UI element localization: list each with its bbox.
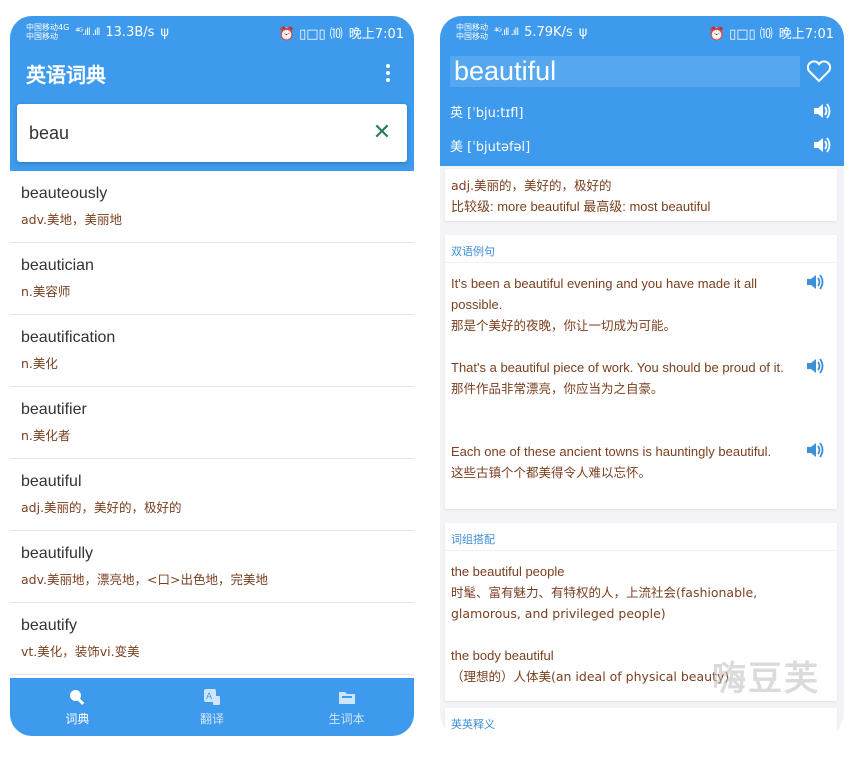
phone-word-detail: 中国移动 中国移动 ⁴ᴳ.ıll .ıll 5.79K/s ψ ⏰ ▯□▯ ⑽ … [440,16,844,736]
app-bar: 英语词典 [10,48,414,98]
clock: 晚上7:01 [348,26,404,42]
carrier-2-right: 中国移动 [456,32,488,41]
status-bar: 中国移动4G 中国移动 ⁴ᴳ.ıll .ıll 13.3B/s ψ ⏰ ▯□▯ … [10,16,414,48]
detail-header: 中国移动 中国移动 ⁴ᴳ.ıll .ıll 5.79K/s ψ ⏰ ▯□▯ ⑽ … [440,16,844,166]
phonetic-us: 美 [ˈbjutəfəl] [450,139,531,155]
net-speed-right: 5.79K/s [524,24,573,40]
word-list: beauteously adv.美地，美丽地 beautician n.美容师 beau… [10,171,414,675]
phrase-item: the beautiful people 时髦、富有魅力、有特权的人，上流社会(f… [445,551,837,635]
list-item[interactable]: beautifully adv.美丽地，漂亮地，<口>出色地，完美地 [10,531,414,603]
watermark: 嗨豆芙 [712,659,820,699]
speaker-icon[interactable] [805,441,825,459]
nav-dictionary[interactable]: 词典 [10,678,145,736]
app-title: 英语词典 [26,62,106,87]
list-item-word: beauteously [21,185,108,202]
example-chinese: 那件作品非常漂亮，你应当为之自豪。 [451,381,664,396]
list-item-definition: n.美容师 [21,284,71,299]
clear-icon[interactable]: ✕ [369,120,395,146]
example-item: It's been a beautiful evening and you ha… [445,263,837,347]
net-speed: 13.3B/s [105,24,155,40]
nav-wordbook[interactable]: 生词本 [279,678,414,736]
phrase-english: the beautiful people [451,564,565,579]
example-item: That's a beautiful piece of work. You sh… [445,347,837,431]
example-english: That's a beautiful piece of work. You sh… [451,360,784,375]
phrase-chinese: 时髦、富有魅力、有特权的人，上流社会(fashionable, glamorou… [451,585,758,621]
list-item[interactable]: beautification n.美化 [10,315,414,387]
more-options-icon[interactable] [378,61,398,85]
list-item[interactable]: beautician n.美容师 [10,243,414,315]
list-item-word: beautician [21,257,94,274]
list-item-definition: adj.美丽的，美好的，极好的 [21,500,182,515]
nav-label-wordbook: 生词本 [328,711,365,726]
folder-icon [338,691,355,704]
english-def-card: 英英释义 [445,708,837,736]
usb-icon: ψ [160,24,169,40]
carrier-2: 中国移动 [26,32,58,41]
bottom-nav: 词典 A 翻译 生词本 [10,678,414,736]
list-item-definition: adv.美丽地，漂亮地，<口>出色地，完美地 [21,572,268,587]
example-chinese: 这些古镇个个都美得令人难以忘怀。 [451,465,652,480]
examples-list: It's been a beautiful evening and you ha… [445,263,837,515]
search-icon [70,689,85,705]
carrier-1: 中国移动4G [26,23,70,32]
phonetic-uk: 英 [ˈbju:tɪfl] [450,105,524,121]
svg-text:A: A [206,691,212,701]
english-def-heading: 英英释义 [451,718,495,731]
list-item[interactable]: beautifier n.美化者 [10,387,414,459]
speaker-icon[interactable] [805,273,825,291]
list-item-word: beautifully [21,545,94,562]
list-item-word: beautification [21,329,116,346]
list-item-word: beautiful [21,473,82,490]
search-input[interactable] [29,122,369,144]
list-item[interactable]: beautify vt.美化，装饰vi.变美 [10,603,414,675]
heart-icon[interactable] [806,59,832,83]
nav-label-translate: 翻译 [200,711,225,726]
examples-heading: 双语例句 [445,235,837,263]
phrases-heading: 词组搭配 [445,523,837,551]
status-bar-right: 中国移动 中国移动 ⁴ᴳ.ıll .ıll 5.79K/s ψ ⏰ ▯□▯ ⑽ … [440,16,844,48]
status-icons-right: ⏰ ▯□▯ ⑽ [708,26,773,42]
list-item-definition: n.美化 [21,356,58,371]
speaker-icon[interactable] [812,136,832,154]
list-item[interactable]: beautiful adj.美丽的，美好的，极好的 [10,459,414,531]
list-item[interactable]: beauteously adv.美地，美丽地 [10,171,414,243]
usb-icon-right: ψ [578,24,588,40]
signal-icon: ⁴ᴳ.ıll .ıll [75,26,100,38]
search-box: ✕ [17,104,407,162]
list-item-definition: n.美化者 [21,428,71,443]
example-item: Each one of these ancient towns is haunt… [445,431,837,515]
phone-dictionary-search: 中国移动4G 中国移动 ⁴ᴳ.ıll .ıll 13.3B/s ψ ⏰ ▯□▯ … [10,16,414,736]
translate-icon: A [204,688,220,705]
definition-text: adj.美丽的，美好的，极好的 [451,178,612,193]
list-item-word: beautify [21,617,78,634]
list-item-word: beautifier [21,401,87,418]
definition-card: adj.美丽的，美好的，极好的 比较级: more beautiful 最高级:… [445,169,837,221]
list-item-definition: vt.美化，装饰vi.变美 [21,644,140,659]
carrier-1-right: 中国移动 [456,23,488,32]
nav-translate[interactable]: A 翻译 [145,678,280,736]
list-item-definition: adv.美地，美丽地 [21,212,122,227]
detail-word-title: beautiful [450,55,800,87]
examples-card: 双语例句 It's been a beautiful evening and y… [445,235,837,509]
nav-label-dictionary: 词典 [65,711,90,726]
example-chinese: 那是个美好的夜晚，你让一切成为可能。 [451,318,677,333]
speaker-icon[interactable] [805,357,825,375]
clock-right: 晚上7:01 [778,26,834,42]
speaker-icon[interactable] [812,102,832,120]
comparison-text: 比较级: more beautiful 最高级: most beautiful [451,199,711,214]
example-english: Each one of these ancient towns is haunt… [451,444,772,459]
example-english: It's been a beautiful evening and you ha… [451,276,758,312]
status-icons: ⏰ ▯□▯ ⑽ [278,26,343,42]
signal-icon-right: ⁴ᴳ.ıll .ıll [494,26,519,38]
